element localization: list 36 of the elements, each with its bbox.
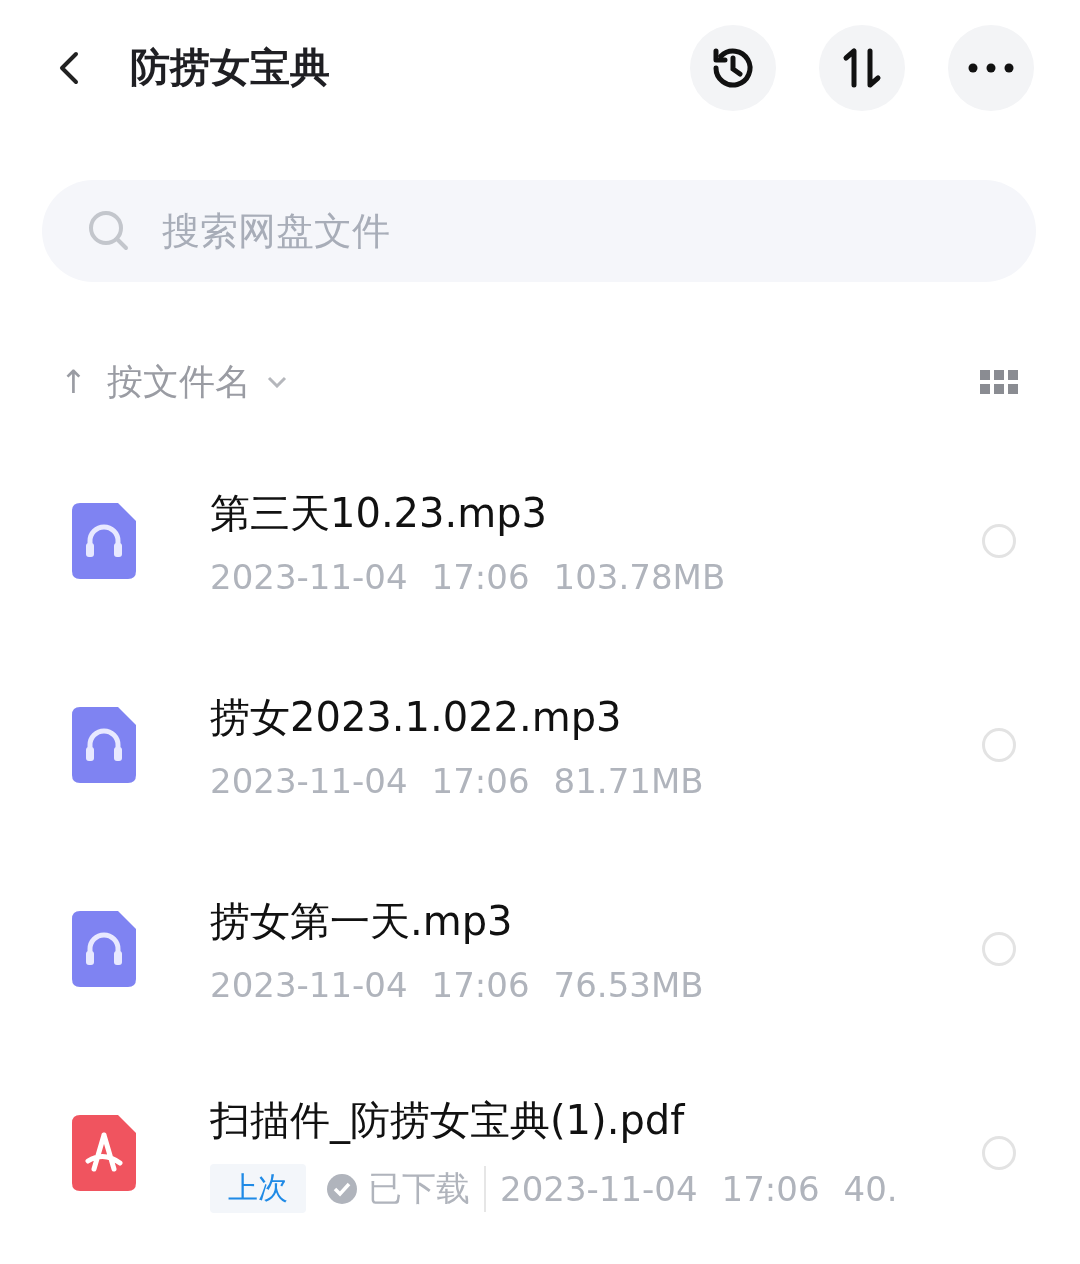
file-name: 扫描件_防捞女宝典(1).pdf [210,1096,686,1146]
file-name: 捞女2023.1.022.mp3 [210,692,623,742]
file-size: 103.78MB [553,556,726,597]
page-title: 防捞女宝典 [130,43,331,92]
select-radio[interactable] [982,728,1016,762]
file-name: 第三天10.23.mp3 [210,488,549,538]
sort-direction-arrow: ↑ [60,363,87,401]
file-time: 17:06 [721,1168,820,1209]
audio-file-icon [72,911,136,987]
file-size: 81.71MB [553,760,704,801]
check-circle-icon [326,1172,358,1205]
select-radio[interactable] [982,932,1016,966]
file-date: 2023-11-04 [210,964,408,1005]
file-time: 17:06 [431,964,530,1005]
search-bar[interactable]: 搜索网盘文件 [42,180,1036,282]
search-icon [88,210,130,252]
audio-file-icon [72,707,136,783]
sort-by-button[interactable]: 按文件名 [106,357,287,407]
last-opened-tag: 上次 [210,1164,306,1213]
grid-view-icon[interactable] [980,370,1018,394]
file-date: 2023-11-04 [210,556,408,597]
more-icon [968,62,1014,73]
chevron-down-icon [266,376,287,388]
file-size: 76.53MB [553,964,704,1005]
file-time: 17:06 [431,556,530,597]
select-radio[interactable] [982,524,1016,558]
download-status: 已下载 [368,1165,486,1212]
search-field[interactable]: 搜索网盘文件 [160,208,1036,254]
select-radio[interactable] [982,1136,1016,1170]
file-size: 40. [843,1168,898,1209]
file-time: 17:06 [431,760,530,801]
file-date: 2023-11-04 [210,760,408,801]
file-name: 捞女第一天.mp3 [210,896,514,946]
audio-file-icon [72,503,136,579]
pdf-file-icon [72,1115,136,1191]
file-date: 2023-11-04 [500,1168,698,1209]
